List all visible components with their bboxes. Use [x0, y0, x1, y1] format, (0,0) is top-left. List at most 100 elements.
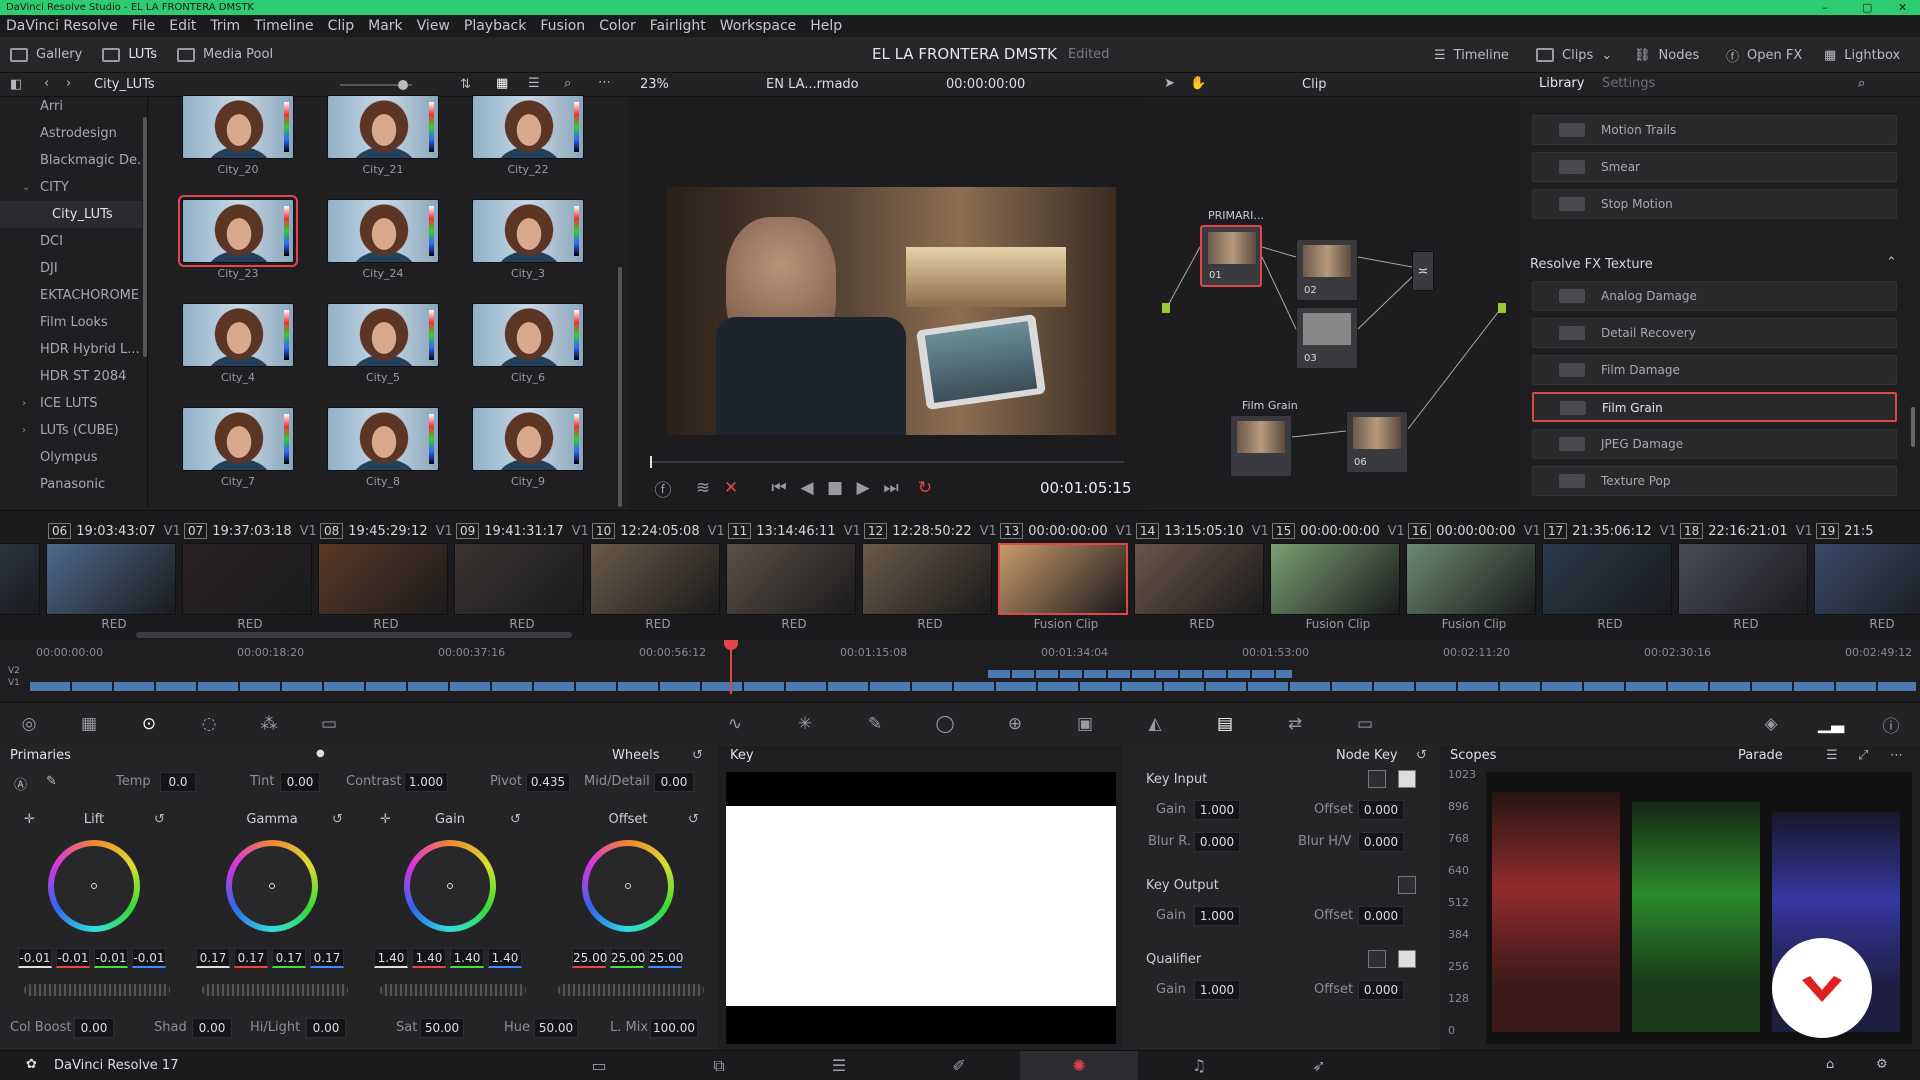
play-icon[interactable]: ▶	[848, 473, 878, 503]
close-icon[interactable]: ✕	[1898, 0, 1907, 15]
crosshair-icon[interactable]: ✛	[24, 812, 35, 827]
rgb-mixer-icon[interactable]: ⁂	[254, 709, 284, 739]
scope-settings-icon[interactable]: ☰	[1826, 746, 1838, 766]
reset-wheel-icon[interactable]: ↺	[332, 812, 343, 827]
sat-field[interactable]: 50.00	[420, 1018, 464, 1038]
fx-item-film-grain[interactable]: Film Grain	[1532, 392, 1897, 422]
wheel-center-handle[interactable]	[625, 883, 631, 889]
clip-thumbnail[interactable]: 18 22:16:21:01 V1 RED	[1678, 523, 1814, 633]
color-warper-icon[interactable]: ✳	[790, 709, 820, 739]
clip-thumbnail[interactable]: 17 21:35:06:12 V1 RED	[1542, 523, 1678, 633]
chevron-down-icon[interactable]: ⌄	[22, 174, 30, 201]
search-icon[interactable]: ⌕	[564, 76, 571, 91]
clip-thumbnail[interactable]: 15 00:00:00:00 V1 Fusion Clip	[1270, 523, 1406, 633]
hi-light-field[interactable]: 0.00	[306, 1018, 346, 1038]
qualifier-gain-field[interactable]: 1.000	[1194, 980, 1240, 1000]
key-input-mask-toggle[interactable]	[1398, 770, 1416, 788]
sidebar-folder-6[interactable]: DJI	[0, 255, 142, 282]
tracker-icon[interactable]: ⊕	[1000, 709, 1030, 739]
key-input-invert-toggle[interactable]	[1368, 770, 1386, 788]
luts-button[interactable]: LUTs	[92, 37, 167, 73]
tab-deliver[interactable]: ➶	[1260, 1051, 1378, 1080]
back-icon[interactable]: ‹	[44, 76, 49, 91]
menu-item-2[interactable]: Edit	[169, 18, 196, 34]
sidebar-folder-8[interactable]: Film Looks	[0, 309, 142, 336]
node-mode-select[interactable]: Clip	[1302, 77, 1327, 92]
viewer-frame[interactable]	[666, 187, 1116, 435]
wheel-value-field[interactable]: 0.17	[196, 948, 230, 968]
color-wheel-dial[interactable]	[582, 840, 674, 932]
menu-item-13[interactable]: Help	[810, 18, 842, 34]
minimize-icon[interactable]: –	[1822, 0, 1828, 15]
lut-grid-scrollbar[interactable]	[618, 267, 622, 507]
wheel-value-field[interactable]: -0.01	[18, 948, 52, 968]
library-scrollbar[interactable]	[1911, 407, 1915, 447]
grid-view-icon[interactable]: ▦	[496, 76, 508, 91]
last-frame-icon[interactable]: ⏭	[876, 473, 906, 503]
zoom-select[interactable]: 23%	[640, 77, 669, 92]
pivot-field[interactable]: 0.435	[526, 772, 570, 792]
reset-wheel-icon[interactable]: ↺	[510, 812, 521, 827]
blur-icon[interactable]: ◭	[1140, 709, 1170, 739]
tab-settings[interactable]: Settings	[1602, 76, 1655, 91]
hand-icon[interactable]: ✋	[1190, 76, 1206, 91]
lut-thumbnail[interactable]: City_24	[327, 199, 439, 280]
sidebar-folder-4[interactable]: City_LUTs	[0, 201, 142, 228]
fx-item-stop-motion[interactable]: Stop Motion	[1532, 189, 1897, 219]
clip-thumbnail[interactable]: 16 00:00:00:00 V1 Fusion Clip	[1406, 523, 1542, 633]
clip-thumbnail[interactable]: 09 19:41:31:17 V1 RED	[454, 523, 590, 633]
wheel-center-handle[interactable]	[447, 883, 453, 889]
fx-item-detail-recovery[interactable]: Detail Recovery	[1532, 318, 1897, 348]
pointer-icon[interactable]: ➤	[1164, 76, 1175, 91]
crosshair-icon[interactable]: ✛	[380, 812, 391, 827]
l-mix-field[interactable]: 100.00	[650, 1018, 698, 1038]
sidebar-folder-7[interactable]: EKTACHOROME	[0, 282, 142, 309]
tab-fairlight[interactable]: ♫	[1140, 1051, 1258, 1080]
qualifier-icon[interactable]: ✎	[860, 709, 890, 739]
fx-item-analog-damage[interactable]: Analog Damage	[1532, 281, 1897, 311]
color-wheel-dial[interactable]	[404, 840, 496, 932]
menu-item-0[interactable]: DaVinci Resolve	[6, 18, 118, 34]
lut-thumbnail[interactable]: City_6	[472, 303, 584, 384]
settings-gear-icon[interactable]: ⚙	[1876, 1057, 1888, 1072]
key-in-gain-field[interactable]: 1.000	[1194, 800, 1240, 820]
playhead-handle[interactable]	[724, 640, 738, 650]
mute-icon[interactable]: ✕	[716, 473, 746, 503]
fx-item-texture-pop[interactable]: Texture Pop	[1532, 466, 1897, 496]
lut-thumbnail[interactable]: City_22	[472, 95, 584, 176]
menu-item-9[interactable]: Fusion	[540, 18, 585, 34]
wheel-value-field[interactable]: 25.00	[572, 948, 607, 968]
chevron-right-icon[interactable]: ›	[22, 390, 26, 417]
wheel-value-field[interactable]: 25.00	[610, 948, 645, 968]
library-search-icon[interactable]: ⌕	[1858, 76, 1865, 91]
lut-thumbnail[interactable]: City_7	[182, 407, 294, 488]
scopes-icon[interactable]: ▁▃	[1816, 709, 1846, 739]
wheel-master-slider[interactable]	[558, 984, 704, 996]
menu-item-4[interactable]: Timeline	[254, 18, 314, 34]
tab-cut[interactable]: ⧉	[660, 1051, 778, 1080]
menu-item-11[interactable]: Fairlight	[650, 18, 706, 34]
lightbox-button[interactable]: ▦ Lightbox	[1814, 37, 1910, 73]
gallery-button[interactable]: Gallery	[0, 37, 92, 73]
3d-icon[interactable]: ▭	[1350, 709, 1380, 739]
shad-field[interactable]: 0.00	[192, 1018, 232, 1038]
clip-thumbnail[interactable]: 13 00:00:00:00 V1 Fusion Clip	[998, 523, 1134, 633]
wheel-value-field[interactable]: 0.17	[272, 948, 306, 968]
temp-field[interactable]: 0.0	[160, 772, 196, 792]
viewer-scrubber[interactable]	[650, 456, 1124, 468]
sidebar-folder-3[interactable]: ⌄ CITY	[0, 174, 142, 201]
sidebar-folder-1[interactable]: Astrodesign	[0, 120, 142, 147]
lut-thumbnail[interactable]: City_9	[472, 407, 584, 488]
clip-thumbnail[interactable]: 07 19:37:03:18 V1 RED	[182, 523, 318, 633]
menu-item-1[interactable]: File	[132, 18, 155, 34]
home-icon[interactable]: ⌂	[1826, 1057, 1834, 1072]
scope-more-icon[interactable]: ⋯	[1890, 746, 1903, 766]
tab-library[interactable]: Library	[1539, 76, 1584, 91]
wheel-master-slider[interactable]	[24, 984, 170, 996]
fx-item-motion-trails[interactable]: Motion Trails	[1532, 115, 1897, 145]
color-wheel-dial[interactable]	[48, 840, 140, 932]
hue-field[interactable]: 50.00	[534, 1018, 578, 1038]
layers-icon[interactable]: ≋	[688, 473, 718, 503]
blur-hv-field[interactable]: 0.000	[1358, 832, 1404, 852]
lut-thumbnail[interactable]: City_21	[327, 95, 439, 176]
